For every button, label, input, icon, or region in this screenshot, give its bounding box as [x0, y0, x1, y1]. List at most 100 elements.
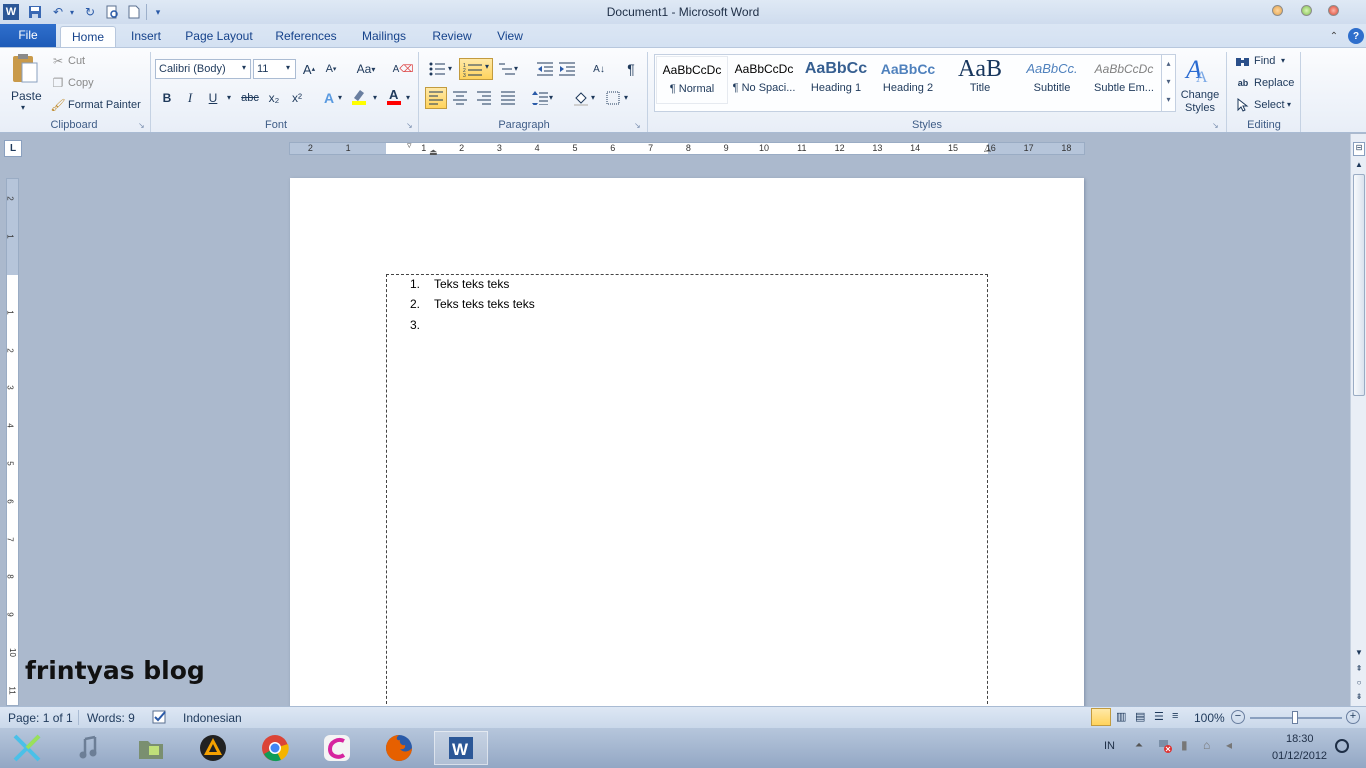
- zoom-level[interactable]: 100%: [1194, 711, 1225, 725]
- copy-button[interactable]: Copy: [68, 77, 94, 89]
- tray-arrow-icon[interactable]: ⏶: [1135, 740, 1143, 751]
- line-spacing-icon[interactable]: [531, 89, 549, 107]
- style-normal[interactable]: AaBbCcDc ¶ Normal: [656, 56, 728, 104]
- right-indent-marker[interactable]: △: [984, 143, 991, 154]
- media-player-icon[interactable]: [186, 731, 240, 765]
- print-layout-view-icon[interactable]: [1091, 708, 1111, 726]
- sort-icon[interactable]: A↓: [590, 60, 608, 78]
- style-subtle-emphasis[interactable]: AaBbCcDc Subtle Em...: [1088, 56, 1160, 104]
- change-case-button[interactable]: Aa ▾: [354, 60, 378, 78]
- select-button[interactable]: Select: [1254, 99, 1285, 111]
- previous-page-icon[interactable]: ⇞: [1353, 664, 1365, 676]
- collapse-ribbon-icon[interactable]: ⌃: [1326, 28, 1342, 44]
- change-styles-line1[interactable]: Change: [1180, 89, 1220, 101]
- input-language[interactable]: IN: [1104, 740, 1115, 752]
- proofing-icon[interactable]: [152, 709, 168, 725]
- clock-date[interactable]: 01/12/2012: [1272, 750, 1327, 762]
- style-no-spacing[interactable]: AaBbCcDc ¶ No Spaci...: [728, 56, 800, 104]
- start-button[interactable]: [0, 731, 54, 765]
- paste-button[interactable]: Paste: [11, 89, 42, 103]
- font-color-dropdown-icon[interactable]: ▾: [406, 93, 410, 102]
- show-formatting-button[interactable]: ¶: [622, 60, 640, 78]
- borders-dropdown-icon[interactable]: ▾: [624, 93, 628, 102]
- tab-mailings[interactable]: Mailings: [356, 26, 412, 47]
- tab-page-layout[interactable]: Page Layout: [182, 26, 256, 47]
- multilevel-dropdown-icon[interactable]: ▾: [514, 64, 518, 73]
- scroll-up-icon[interactable]: ▲: [1353, 160, 1365, 172]
- strikethrough-button[interactable]: abc: [238, 89, 262, 107]
- paragraph-launcher-icon[interactable]: ↘: [634, 121, 641, 130]
- italic-button[interactable]: I: [181, 89, 199, 107]
- align-left-button[interactable]: [425, 87, 447, 109]
- show-desktop-icon[interactable]: [1335, 739, 1349, 753]
- text-effects-dropdown-icon[interactable]: ▾: [338, 93, 342, 102]
- view-ruler-icon[interactable]: ⊟: [1353, 142, 1365, 156]
- tab-insert[interactable]: Insert: [124, 26, 168, 47]
- change-styles-line2[interactable]: Styles: [1180, 102, 1220, 114]
- shading-icon[interactable]: [572, 89, 590, 107]
- music-player-icon[interactable]: [62, 731, 116, 765]
- tab-home[interactable]: Home: [60, 26, 116, 47]
- style-heading-1[interactable]: AaBbCc Heading 1: [800, 56, 872, 104]
- bullets-dropdown-icon[interactable]: ▾: [448, 64, 452, 73]
- scroll-thumb[interactable]: [1353, 174, 1365, 396]
- borders-icon[interactable]: [604, 89, 622, 107]
- styles-launcher-icon[interactable]: ↘: [1212, 121, 1219, 130]
- minimize-button[interactable]: [1272, 5, 1283, 16]
- maximize-button[interactable]: [1301, 5, 1312, 16]
- text-effects-icon[interactable]: A: [320, 89, 338, 107]
- font-name-combo[interactable]: Calibri (Body): [155, 59, 251, 79]
- increase-indent-icon[interactable]: [558, 60, 576, 78]
- draft-view-icon[interactable]: ≡: [1172, 710, 1178, 722]
- line-spacing-dropdown-icon[interactable]: ▾: [549, 93, 553, 102]
- underline-dropdown-icon[interactable]: ▾: [227, 93, 231, 102]
- file-manager-icon[interactable]: [124, 731, 178, 765]
- find-button[interactable]: Find: [1254, 55, 1275, 67]
- tab-review[interactable]: Review: [426, 26, 478, 47]
- next-page-icon[interactable]: ⇟: [1353, 692, 1365, 704]
- zoom-out-icon[interactable]: −: [1231, 710, 1245, 724]
- clock-time[interactable]: 18:30: [1286, 733, 1314, 745]
- highlight-color-icon[interactable]: [350, 87, 368, 105]
- battery-icon[interactable]: ▮: [1181, 738, 1188, 752]
- language-indicator[interactable]: Indonesian: [183, 711, 242, 725]
- firefox-icon[interactable]: [372, 731, 426, 765]
- chrome-icon[interactable]: [248, 731, 302, 765]
- shrink-font-icon[interactable]: A ▾: [322, 60, 340, 78]
- full-screen-reading-icon[interactable]: ▥: [1116, 710, 1126, 723]
- change-styles-icon[interactable]: AA: [1184, 54, 1216, 86]
- list-item-1-text[interactable]: Teks teks teks: [434, 277, 509, 291]
- tab-file[interactable]: File: [0, 24, 56, 47]
- superscript-button[interactable]: x²: [288, 89, 306, 107]
- tab-references[interactable]: References: [270, 26, 342, 47]
- styles-scroll[interactable]: ▴ ▾ ▾: [1161, 55, 1175, 111]
- clipboard-launcher-icon[interactable]: ↘: [138, 121, 145, 130]
- list-item-2-text[interactable]: Teks teks teks teks: [434, 297, 535, 311]
- bold-button[interactable]: B: [158, 89, 176, 107]
- network-icon[interactable]: [1158, 738, 1172, 754]
- scroll-down-icon[interactable]: ▼: [1353, 648, 1365, 660]
- volume-icon[interactable]: ◂: [1226, 738, 1232, 752]
- help-icon[interactable]: ?: [1348, 28, 1364, 44]
- vertical-scrollbar[interactable]: ⊟ ▲ ▼ ⇞ ○ ⇟: [1350, 134, 1366, 706]
- style-subtitle[interactable]: AaBbCc. Subtitle: [1016, 56, 1088, 104]
- highlight-dropdown-icon[interactable]: ▾: [373, 93, 377, 102]
- font-name-dropdown-icon[interactable]: ▾: [242, 63, 246, 72]
- text-box[interactable]: [386, 274, 988, 714]
- font-launcher-icon[interactable]: ↘: [406, 121, 413, 130]
- page-count[interactable]: Page: 1 of 1: [8, 711, 73, 725]
- decrease-indent-icon[interactable]: [536, 60, 554, 78]
- font-size-dropdown-icon[interactable]: ▾: [286, 63, 290, 72]
- grow-font-icon[interactable]: A ▴: [300, 60, 318, 78]
- tab-view[interactable]: View: [492, 26, 528, 47]
- vertical-ruler[interactable]: 2 1 1 2 3 4 5 6 7 8 9 10 11: [6, 178, 19, 706]
- align-right-icon[interactable]: [475, 89, 493, 107]
- select-dropdown-icon[interactable]: ▾: [1287, 100, 1291, 109]
- paste-icon[interactable]: [8, 52, 42, 86]
- find-dropdown-icon[interactable]: ▾: [1281, 56, 1285, 65]
- web-layout-icon[interactable]: ▤: [1135, 710, 1145, 723]
- clear-formatting-icon[interactable]: A ⌫: [393, 60, 414, 78]
- word-count[interactable]: Words: 9: [87, 711, 135, 725]
- subscript-button[interactable]: x₂: [265, 89, 283, 107]
- horizontal-ruler[interactable]: 2 1 1 2 3 4 5 6 7 8 9 10 11 12 13 14 15 16 17 18 ▿ ⏏ △: [289, 140, 1085, 157]
